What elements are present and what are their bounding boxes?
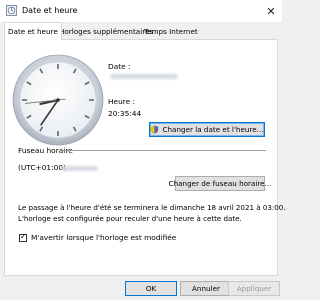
change-timezone-button[interactable]: Changer de fuseau horaire... [169, 176, 271, 191]
timezone-name-redacted [62, 166, 98, 171]
analog-clock [12, 54, 104, 146]
tab-strip: Date et heure Horloges supplémentaires T… [4, 22, 278, 40]
cancel-button[interactable]: Annuler [180, 281, 232, 296]
checkmark-icon: ✓ [20, 232, 27, 241]
date-label: Date : [108, 62, 131, 71]
notify-checkbox[interactable]: ✓ [19, 232, 27, 242]
change-date-time-button[interactable]: Changer la date et l'heure... [149, 122, 265, 137]
tab-additional-clocks-label: Horloges supplémentaires [59, 27, 154, 36]
ok-label: OK [145, 284, 157, 293]
close-icon: ✕ [266, 4, 276, 18]
ok-button[interactable]: OK [125, 281, 177, 296]
timezone-value: (UTC+01:00) [18, 163, 66, 172]
tab-internet-time-label: Temps Internet [144, 27, 198, 36]
window-title: Date et heure [22, 6, 78, 15]
timezone-separator [62, 150, 266, 151]
clock-icon [6, 5, 17, 16]
close-button[interactable]: ✕ [260, 0, 282, 22]
dst-info-line1: Le passage à l'heure d'été se terminera … [18, 203, 286, 212]
dst-info-line2: L'horloge est configurée pour reculer d'… [18, 214, 242, 223]
date-time-dialog: Date et heure ✕ Date et heure Horloges s… [0, 0, 286, 300]
tab-additional-clocks[interactable]: Horloges supplémentaires [59, 25, 153, 39]
apply-button[interactable]: Appliquer [228, 281, 280, 296]
tab-date-time-label: Date et heure [8, 27, 58, 36]
change-date-time-label: Changer la date et l'heure... [162, 125, 264, 134]
tab-internet-time[interactable]: Temps Internet [144, 25, 198, 39]
time-label: Heure : [108, 97, 136, 106]
date-value-redacted [110, 74, 178, 79]
uac-shield-icon [151, 125, 159, 134]
notify-label[interactable]: M'avertir lorsque l'horloge est modifiée [31, 233, 176, 242]
change-timezone-label: Changer de fuseau horaire... [168, 179, 272, 188]
title-bar: Date et heure ✕ [0, 0, 282, 22]
apply-label: Appliquer [236, 284, 272, 293]
time-value: 20:35:44 [108, 109, 142, 118]
tab-date-time[interactable]: Date et heure [4, 22, 62, 40]
cancel-label: Annuler [192, 284, 220, 293]
